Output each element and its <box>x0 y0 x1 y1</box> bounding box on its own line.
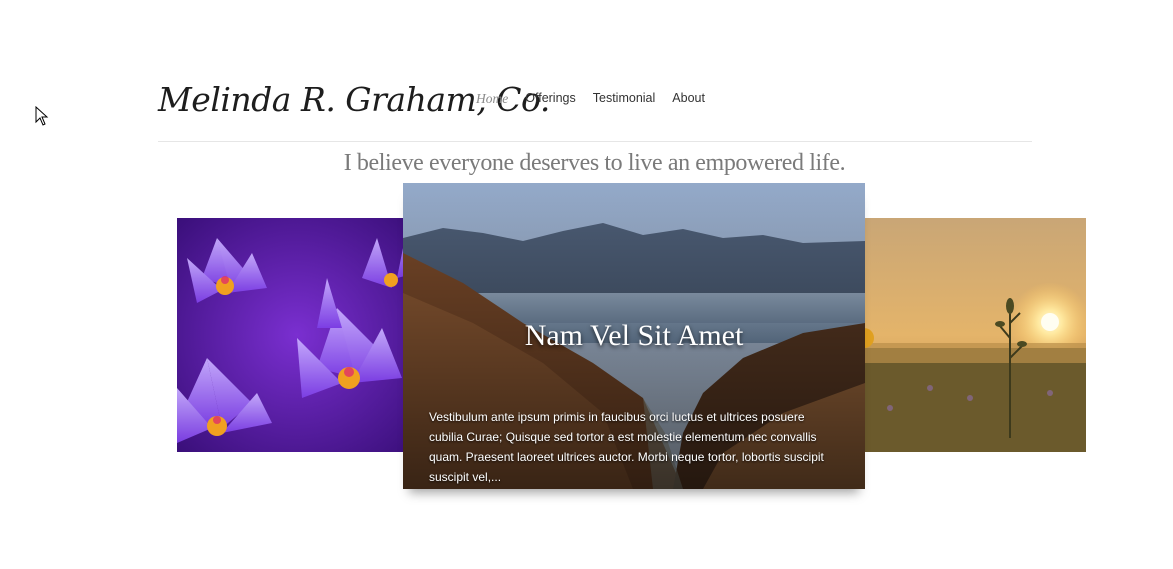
nav-item-home[interactable]: Home <box>476 91 508 107</box>
tagline: I believe everyone deserves to live an e… <box>343 150 846 176</box>
nav-item-testimonial[interactable]: Testimonial <box>593 91 656 107</box>
purple-water-lilies-image <box>177 218 417 452</box>
slide-title: Nam Vel Sit Amet <box>524 319 744 352</box>
mouse-pointer-icon <box>35 106 49 126</box>
slide-left[interactable] <box>177 218 417 452</box>
nav-item-offerings[interactable]: Offerings <box>525 91 576 107</box>
sunrise-meadow-image <box>850 218 1086 452</box>
header-divider <box>158 141 1032 142</box>
slide-right[interactable] <box>850 218 1086 452</box>
slide-center[interactable]: Nam Vel Sit Amet Vestibulum ante ipsum p… <box>403 183 865 489</box>
main-nav: Home Offerings Testimonial About <box>476 91 705 107</box>
slide-description: Vestibulum ante ipsum primis in faucibus… <box>429 410 824 484</box>
nav-item-about[interactable]: About <box>672 91 705 107</box>
